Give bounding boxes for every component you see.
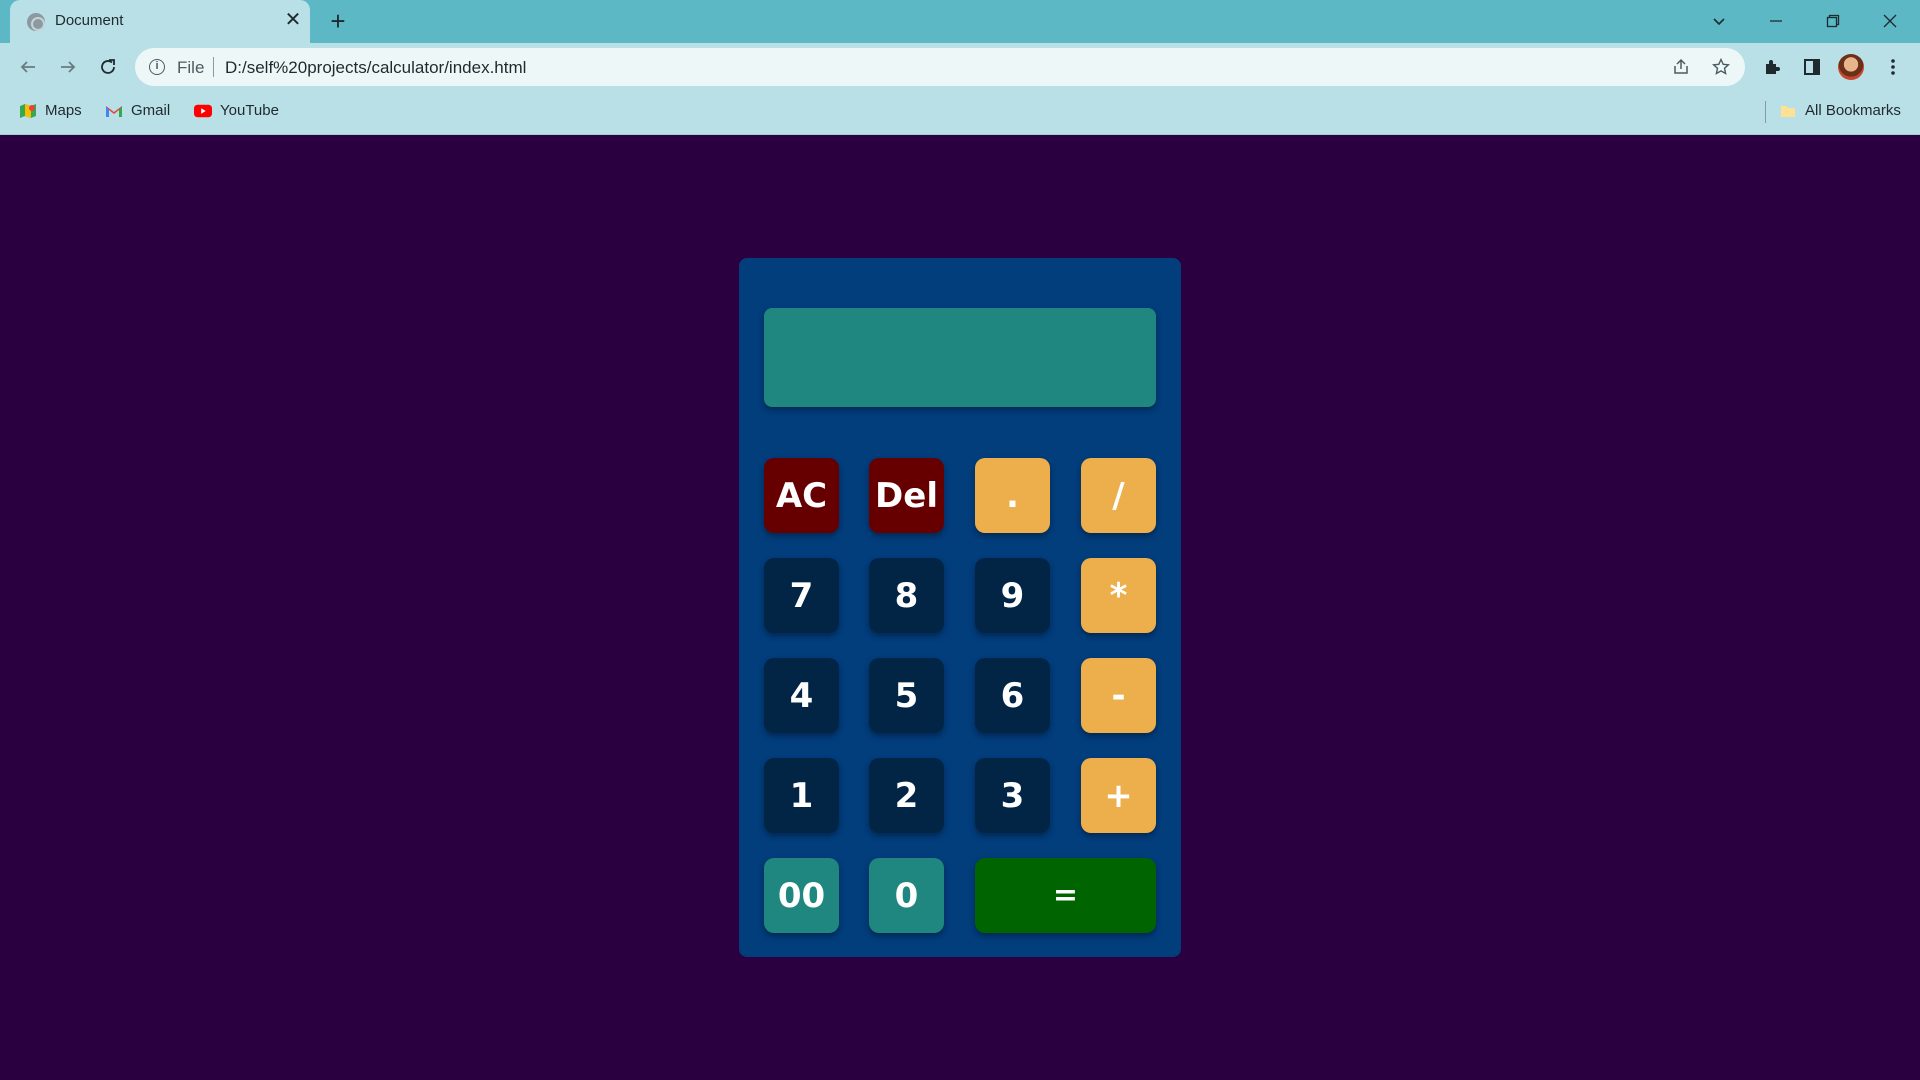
bookmark-youtube[interactable]: YouTube [194, 102, 279, 119]
browser-tab[interactable]: Document ✕ [10, 0, 310, 43]
digit-7-button[interactable]: 7 [764, 558, 839, 633]
star-icon[interactable] [1710, 56, 1732, 78]
bookmarks-separator [1765, 101, 1766, 123]
digit-1-button[interactable]: 1 [764, 758, 839, 833]
new-tab-button[interactable]: + [325, 8, 351, 35]
share-icon[interactable] [1670, 56, 1692, 78]
side-panel-icon[interactable] [1798, 53, 1826, 81]
subtract-button[interactable]: - [1081, 658, 1156, 733]
divide-button[interactable]: / [1081, 458, 1156, 533]
clear-all-button[interactable]: AC [764, 458, 839, 533]
tab-search-icon[interactable] [1696, 6, 1742, 36]
page-content: AC Del . / 7 8 9 * 4 5 6 - 1 2 3 + 00 0 … [0, 136, 1920, 1080]
digit-3-button[interactable]: 3 [975, 758, 1050, 833]
gmail-icon [106, 105, 122, 117]
digit-9-button[interactable]: 9 [975, 558, 1050, 633]
youtube-icon [194, 104, 212, 117]
all-bookmarks-label: All Bookmarks [1805, 102, 1901, 119]
decimal-button[interactable]: . [975, 458, 1050, 533]
calculator-display[interactable] [764, 308, 1156, 407]
digit-4-button[interactable]: 4 [764, 658, 839, 733]
equals-button[interactable]: = [975, 858, 1156, 933]
bookmark-gmail[interactable]: Gmail [105, 102, 170, 119]
tab-title: Document [55, 12, 124, 29]
address-bar[interactable]: i File D:/self%20projects/calculator/ind… [135, 48, 1745, 86]
double-zero-button[interactable]: 00 [764, 858, 839, 933]
info-icon[interactable]: i [149, 59, 165, 75]
folder-icon [1781, 105, 1795, 117]
multiply-button[interactable]: * [1081, 558, 1156, 633]
reload-icon[interactable] [92, 51, 124, 83]
delete-button[interactable]: Del [869, 458, 944, 533]
profile-avatar[interactable] [1838, 54, 1864, 80]
digit-2-button[interactable]: 2 [869, 758, 944, 833]
calculator: AC Del . / 7 8 9 * 4 5 6 - 1 2 3 + 00 0 … [739, 258, 1181, 957]
maps-icon [20, 103, 36, 118]
close-tab-icon[interactable]: ✕ [282, 9, 304, 31]
all-bookmarks-button[interactable]: All Bookmarks [1779, 102, 1901, 119]
digit-5-button[interactable]: 5 [869, 658, 944, 733]
globe-icon [27, 13, 45, 31]
digit-6-button[interactable]: 6 [975, 658, 1050, 733]
browser-toolbar: i File D:/self%20projects/calculator/ind… [0, 43, 1920, 90]
bookmark-label: Gmail [131, 102, 171, 119]
add-button[interactable]: + [1081, 758, 1156, 833]
digit-8-button[interactable]: 8 [869, 558, 944, 633]
minimize-icon[interactable] [1753, 6, 1799, 36]
tab-strip: Document ✕ + [0, 0, 1920, 43]
close-window-icon[interactable] [1867, 6, 1913, 36]
bookmarks-bar: Maps Gmail YouTube All Bookmarks [0, 90, 1920, 135]
digit-0-button[interactable]: 0 [869, 858, 944, 933]
bookmark-label: YouTube [220, 102, 279, 119]
bookmark-label: Maps [45, 102, 82, 119]
extensions-icon[interactable] [1758, 53, 1786, 81]
menu-icon[interactable] [1879, 53, 1907, 81]
back-icon[interactable] [12, 51, 44, 83]
address-scheme: File [177, 58, 205, 77]
address-separator [213, 57, 214, 77]
bookmark-maps[interactable]: Maps [19, 102, 82, 119]
restore-icon[interactable] [1810, 6, 1856, 36]
address-url[interactable]: D:/self%20projects/calculator/index.html [225, 58, 526, 78]
forward-icon[interactable] [52, 51, 84, 83]
